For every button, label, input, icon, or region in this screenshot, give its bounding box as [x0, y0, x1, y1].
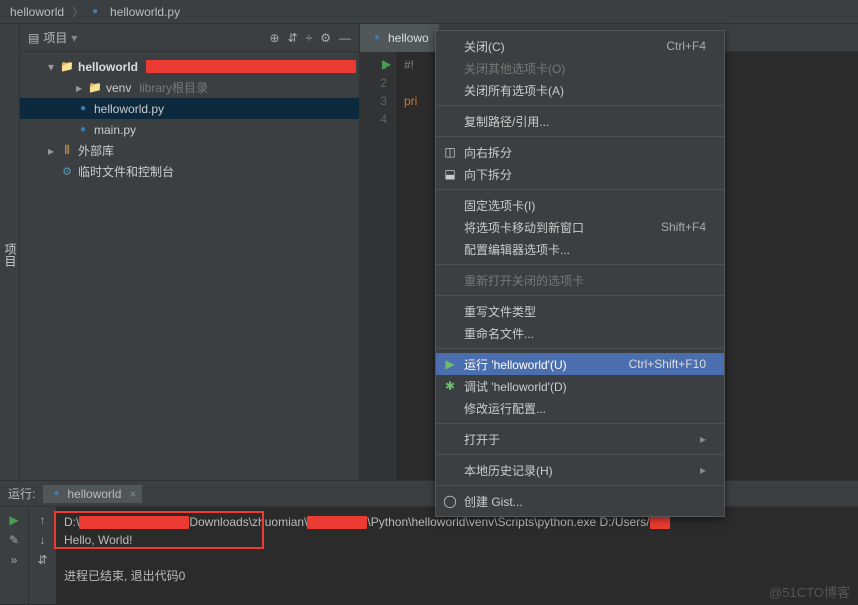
- debug-icon: ✱: [442, 379, 458, 393]
- gutter: 1 2 3 4: [360, 52, 396, 480]
- down-icon[interactable]: ↓: [40, 533, 46, 547]
- menu-rename-file[interactable]: 重命名文件...: [436, 322, 724, 344]
- tree-label: helloworld: [78, 60, 138, 74]
- run-toolbar-left: ▶ ✎ »: [0, 507, 28, 604]
- project-side-tab[interactable]: 项目: [0, 24, 20, 480]
- dropdown-icon[interactable]: ▾: [71, 31, 77, 45]
- output-text: D:\: [64, 515, 79, 529]
- menu-split-right[interactable]: ◫向右拆分: [436, 141, 724, 163]
- up-icon[interactable]: ↑: [40, 513, 46, 527]
- tree-label: helloworld.py: [94, 102, 164, 116]
- line-number: 2: [360, 74, 395, 92]
- run-icon: ▶: [442, 357, 458, 371]
- menu-pin-tab[interactable]: 固定选项卡(I): [436, 194, 724, 216]
- tree-root[interactable]: ▾ helloworld: [20, 56, 359, 77]
- chevron-right-icon: ▸: [700, 463, 706, 477]
- run-panel: 运行: helloworld × ▶ ✎ » ↑ ↓ ⇵ D:\ Download…: [0, 480, 858, 604]
- run-tab-label: helloworld: [67, 487, 121, 501]
- python-icon: [76, 123, 90, 137]
- redacted: [307, 516, 367, 529]
- editor-tab-label: hellowo: [388, 31, 429, 45]
- line-number: 3: [360, 92, 395, 110]
- chevron-right-icon: ▸: [76, 81, 84, 95]
- menu-debug[interactable]: ✱调试 'helloworld'(D): [436, 375, 724, 397]
- run-gutter-icon[interactable]: ▶: [382, 57, 391, 71]
- tree-file-main[interactable]: main.py: [20, 119, 359, 140]
- breadcrumb-file[interactable]: helloworld.py: [106, 3, 184, 21]
- folder-icon: [88, 81, 102, 95]
- target-icon[interactable]: ⊕: [270, 31, 280, 45]
- scratch-icon: [60, 165, 74, 179]
- line-number: 4: [360, 110, 395, 128]
- chevron-down-icon: ▾: [48, 60, 56, 74]
- menu-create-gist[interactable]: ◯创建 Gist...: [436, 490, 724, 512]
- close-icon[interactable]: ×: [129, 487, 136, 501]
- more-icon[interactable]: »: [11, 553, 18, 567]
- exit-line: 进程已结束, 退出代码0: [64, 567, 850, 585]
- breadcrumb-project[interactable]: helloworld: [6, 3, 68, 21]
- run-output[interactable]: D:\ Downloads\zhuomian\ \Python\helloworld…: [56, 507, 858, 604]
- run-tab[interactable]: helloworld ×: [43, 485, 142, 503]
- tree-file-helloworld[interactable]: helloworld.py: [20, 98, 359, 119]
- rerun-icon[interactable]: ▶: [9, 513, 18, 527]
- tree-venv[interactable]: ▸ venv library根目录: [20, 77, 359, 98]
- menu-open-in[interactable]: 打开于▸: [436, 428, 724, 450]
- github-icon: ◯: [442, 494, 458, 508]
- python-icon: [49, 487, 63, 501]
- scroll-icon[interactable]: ⇵: [37, 553, 47, 567]
- output-line: Hello, World!: [64, 531, 850, 549]
- editor-tab[interactable]: hellowo: [360, 24, 439, 52]
- watermark: @51CTO博客: [769, 582, 850, 601]
- output-text: \Python\helloworld\venv\Scripts\python.e…: [367, 515, 649, 529]
- menu-config-editor-tabs[interactable]: 配置编辑器选项卡...: [436, 238, 724, 260]
- menu-close-all[interactable]: 关闭所有选项卡(A): [436, 79, 724, 101]
- python-icon: [76, 102, 90, 116]
- chevron-right-icon: ▸: [700, 432, 706, 446]
- tree-label: venv: [106, 81, 131, 95]
- menu-close[interactable]: 关闭(C)Ctrl+F4: [436, 35, 724, 57]
- tree-label: 临时文件和控制台: [78, 163, 174, 180]
- tree-label: 外部库: [78, 142, 114, 159]
- split-down-icon: ⬓: [442, 167, 458, 181]
- project-tree: ▾ helloworld ▸ venv library根目录 helloworl…: [20, 52, 359, 480]
- python-icon: [370, 31, 384, 45]
- menu-copy-path[interactable]: 复制路径/引用...: [436, 110, 724, 132]
- code-area[interactable]: #! pri: [396, 52, 425, 480]
- folder-icon: ▤: [28, 31, 39, 45]
- chevron-right-icon: ▸: [48, 144, 56, 158]
- settings-icon[interactable]: ✎: [9, 533, 19, 547]
- code-line: pri: [404, 92, 417, 110]
- expand-icon[interactable]: ⇵: [288, 31, 298, 45]
- hide-icon[interactable]: —: [339, 31, 351, 45]
- collapse-icon[interactable]: ÷: [306, 31, 313, 45]
- split-right-icon: ◫: [442, 145, 458, 159]
- menu-local-history[interactable]: 本地历史记录(H)▸: [436, 459, 724, 481]
- menu-move-new-window[interactable]: 将选项卡移动到新窗口Shift+F4: [436, 216, 724, 238]
- python-icon: [88, 5, 102, 19]
- output-text: Downloads\zhuomian\: [189, 515, 307, 529]
- run-toolbar-left2: ↑ ↓ ⇵: [28, 507, 56, 604]
- tree-external-libs[interactable]: ▸ 外部库: [20, 140, 359, 161]
- tree-scratch[interactable]: 临时文件和控制台: [20, 161, 359, 182]
- project-panel: ▤ 项目 ▾ ⊕ ⇵ ÷ ⚙ — ▾ helloworld ▸ v: [20, 24, 360, 480]
- menu-reopen-closed: 重新打开关闭的选项卡: [436, 269, 724, 291]
- run-title: 运行:: [8, 485, 35, 502]
- tree-hint: library根目录: [139, 79, 208, 96]
- panel-title: 项目: [43, 29, 67, 46]
- menu-override-filetype[interactable]: 重写文件类型: [436, 300, 724, 322]
- breadcrumb-sep: 〉: [72, 3, 84, 20]
- menu-close-other: 关闭其他选项卡(O): [436, 57, 724, 79]
- redacted: [650, 516, 670, 529]
- code-line: #!: [404, 56, 417, 74]
- folder-icon: [60, 60, 74, 74]
- menu-edit-run-config[interactable]: 修改运行配置...: [436, 397, 724, 419]
- menu-split-down[interactable]: ⬓向下拆分: [436, 163, 724, 185]
- redacted: [79, 516, 189, 529]
- redacted-path: [146, 60, 356, 73]
- library-icon: [60, 144, 74, 158]
- context-menu: 关闭(C)Ctrl+F4 关闭其他选项卡(O) 关闭所有选项卡(A) 复制路径/…: [435, 30, 725, 517]
- tree-label: main.py: [94, 123, 136, 137]
- gear-icon[interactable]: ⚙: [320, 31, 331, 45]
- menu-run[interactable]: ▶运行 'helloworld'(U)Ctrl+Shift+F10: [436, 353, 724, 375]
